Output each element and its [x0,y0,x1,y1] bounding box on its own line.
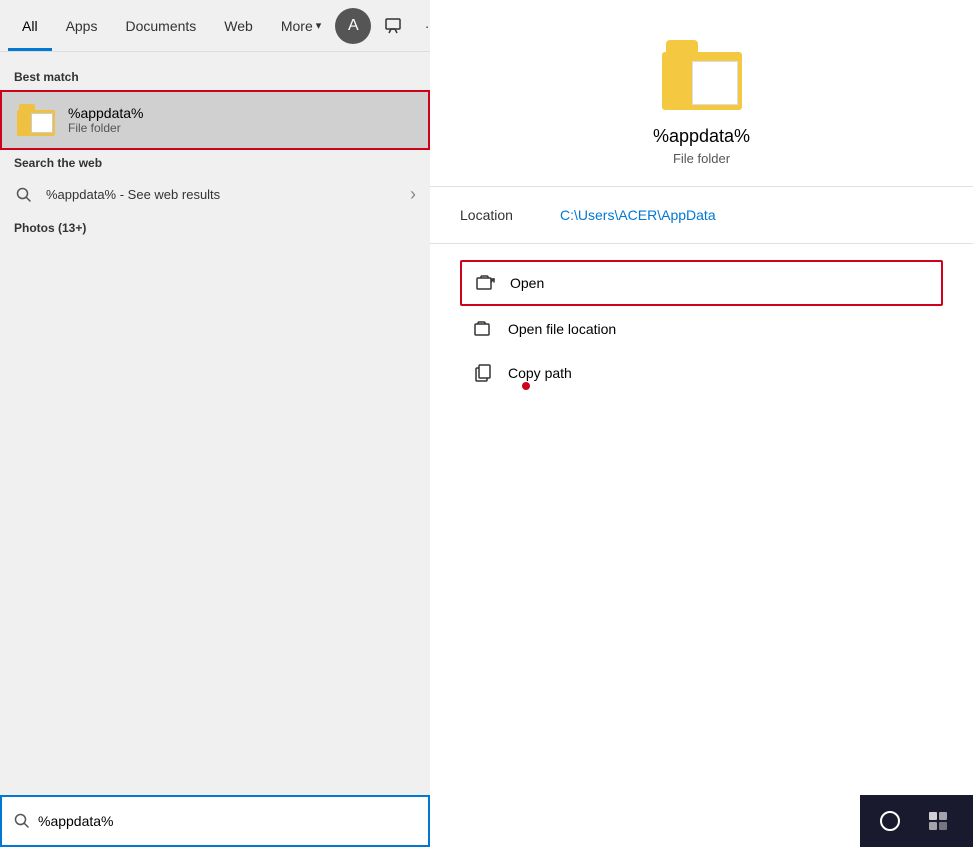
avatar-button[interactable]: A [335,8,371,44]
tab-web[interactable]: Web [210,0,267,51]
red-dot-indicator [522,382,530,390]
search-web-label: Search the web [0,150,430,176]
results-area: Best match %appdata% File folder Search … [0,52,430,795]
detail-spacer [430,410,973,847]
tab-more[interactable]: More ▾ [267,0,335,51]
detail-folder-icon [662,40,742,110]
detail-panel: %appdata% File folder Location C:\Users\… [430,0,973,847]
detail-type: File folder [673,151,730,166]
open-file-location-label: Open file location [508,321,616,337]
feedback-button[interactable] [375,8,411,44]
best-match-type: File folder [68,121,144,135]
open-file-location-icon [472,318,494,340]
actions-area: Open Open file location Copy path [430,244,973,410]
detail-top: %appdata% File folder [430,0,973,187]
best-match-name: %appdata% [68,105,144,121]
best-match-text: %appdata% File folder [68,105,144,135]
windows-icon [880,811,900,831]
tab-documents[interactable]: Documents [111,0,210,51]
photos-label: Photos (13+) [14,221,86,235]
web-search-arrow: › [410,184,416,205]
search-input[interactable] [38,813,416,829]
task-view-icon [927,810,949,832]
detail-name: %appdata% [653,126,750,147]
open-button[interactable]: Open [460,260,943,306]
detail-body: Location C:\Users\ACER\AppData [430,187,973,244]
location-path[interactable]: C:\Users\ACER\AppData [560,207,716,223]
taskbar-task-view[interactable] [916,799,960,843]
best-match-label: Best match [0,64,430,90]
folder-icon [16,100,56,140]
tab-bar: All Apps Documents Web More ▾ A ··· ✕ [0,0,430,52]
taskbar-start[interactable] [868,799,912,843]
search-panel: All Apps Documents Web More ▾ A ··· ✕ [0,0,430,847]
copy-path-label: Copy path [508,365,572,381]
open-file-location-button[interactable]: Open file location [460,308,943,350]
web-search-text: %appdata% - See web results [46,187,410,202]
search-bar [0,795,430,847]
tab-all[interactable]: All [8,0,52,51]
location-row: Location C:\Users\ACER\AppData [460,207,943,223]
copy-path-icon [472,362,494,384]
web-search-item[interactable]: %appdata% - See web results › [0,176,430,213]
taskbar [860,795,973,847]
taskbar-file-explorer[interactable] [964,799,973,843]
photos-section: Photos (13+) [0,213,430,243]
search-bar-icon [14,813,30,829]
tab-list: All Apps Documents Web More ▾ [8,0,335,51]
location-label: Location [460,207,540,223]
tab-apps[interactable]: Apps [52,0,112,51]
search-icon [14,185,34,205]
best-match-item[interactable]: %appdata% File folder [0,90,430,150]
open-label: Open [510,275,544,291]
open-icon [474,272,496,294]
copy-path-button[interactable]: Copy path [460,352,943,394]
